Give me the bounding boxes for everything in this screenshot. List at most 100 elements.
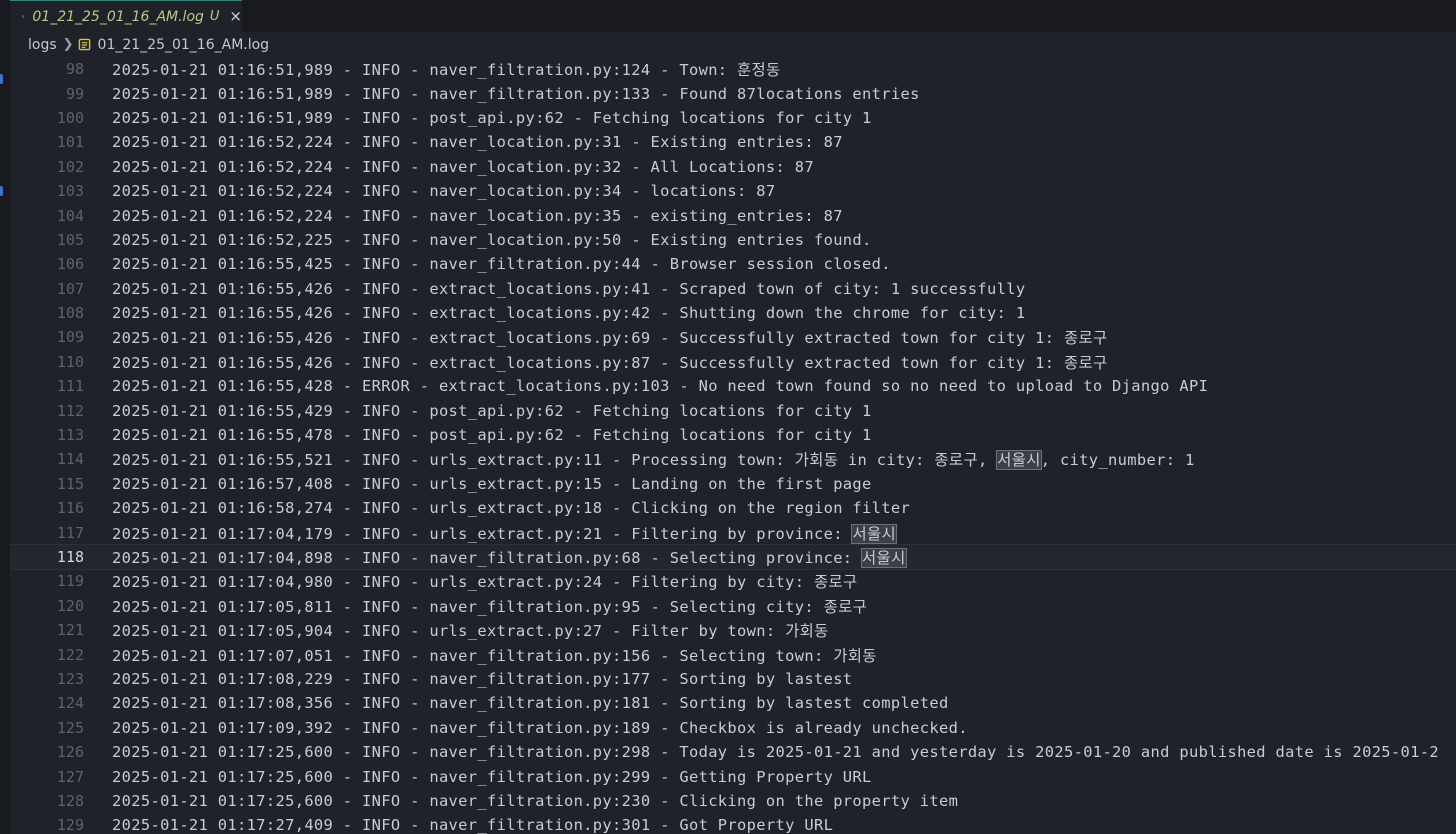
search-match-highlight: 서울시: [851, 523, 897, 544]
code-line[interactable]: 105 2025-01-21 01:16:52,225 - INFO - nave…: [10, 228, 1456, 252]
line-text: 2025-01-21 01:16:51,989 - INFO - naver_f…: [112, 84, 920, 103]
line-number: 100: [56, 108, 84, 127]
code-line[interactable]: 124 2025-01-21 01:17:08,356 - INFO - nave…: [10, 691, 1456, 715]
line-text: 2025-01-21 01:16:55,521 - INFO - urls_ex…: [112, 450, 1195, 471]
line-number: 126: [56, 743, 84, 762]
code-line[interactable]: 107 2025-01-21 01:16:55,426 - INFO - extr…: [10, 277, 1456, 301]
close-icon[interactable]: ×: [229, 9, 242, 24]
line-text: 2025-01-21 01:16:57,408 - INFO - urls_ex…: [112, 474, 872, 493]
line-number: 123: [56, 669, 84, 688]
line-number: 128: [56, 791, 84, 810]
line-number: 105: [56, 230, 84, 249]
activity-indicator: [0, 74, 3, 84]
line-number: 110: [56, 352, 84, 371]
line-text: 2025-01-21 01:16:55,425 - INFO - naver_f…: [112, 255, 891, 274]
search-match-highlight: 서울시: [996, 450, 1042, 471]
code-line[interactable]: 119 2025-01-21 01:17:04,980 - INFO - urls…: [10, 569, 1456, 593]
line-number: 106: [56, 255, 84, 274]
line-text: 2025-01-21 01:16:51,989 - INFO - post_ap…: [112, 108, 872, 127]
code-line[interactable]: 112 2025-01-21 01:16:55,429 - INFO - post…: [10, 398, 1456, 422]
line-text: 2025-01-21 01:17:07,051 - INFO - naver_f…: [112, 646, 877, 665]
code-line[interactable]: 123 2025-01-21 01:17:08,229 - INFO - nave…: [10, 667, 1456, 691]
line-number: 109: [56, 328, 84, 347]
code-line[interactable]: 118 2025-01-21 01:17:04,898 - INFO - nave…: [10, 543, 1456, 571]
line-text: 2025-01-21 01:16:55,478 - INFO - post_ap…: [112, 426, 872, 445]
line-number: 120: [56, 596, 84, 615]
line-text: 2025-01-21 01:16:55,426 - INFO - extract…: [112, 304, 1026, 323]
tab-title: 01_21_25_01_16_AM.log: [32, 8, 204, 25]
code-line[interactable]: 115 2025-01-21 01:16:57,408 - INFO - urls…: [10, 472, 1456, 496]
line-number: 119: [56, 572, 84, 591]
line-number: 112: [56, 401, 84, 420]
line-number: 117: [56, 523, 84, 542]
line-number: 121: [56, 621, 84, 640]
code-line[interactable]: 127 2025-01-21 01:17:25,600 - INFO - nave…: [10, 764, 1456, 788]
code-line[interactable]: 122 2025-01-21 01:17:07,051 - INFO - nave…: [10, 642, 1456, 666]
code-line[interactable]: 117 2025-01-21 01:17:04,179 - INFO - urls…: [10, 520, 1456, 544]
line-text: 2025-01-21 01:16:55,426 - INFO - extract…: [112, 279, 1026, 298]
chevron-right-icon: ❯: [62, 37, 74, 52]
code-line[interactable]: 113 2025-01-21 01:16:55,478 - INFO - post…: [10, 423, 1456, 447]
line-number: 103: [56, 182, 84, 201]
line-number: 107: [56, 279, 84, 298]
file-text-icon: [22, 15, 25, 18]
line-number: 127: [56, 767, 84, 786]
line-number: 101: [56, 133, 84, 152]
line-text: 2025-01-21 01:17:04,898 - INFO - naver_f…: [112, 548, 907, 568]
line-text: 2025-01-21 01:16:52,224 - INFO - naver_l…: [112, 182, 776, 201]
code-line[interactable]: 98 2025-01-21 01:16:51,989 - INFO - naver…: [10, 57, 1456, 81]
line-text: 2025-01-21 01:16:51,989 - INFO - naver_f…: [112, 61, 781, 80]
code-line[interactable]: 121 2025-01-21 01:17:05,904 - INFO - urls…: [10, 618, 1456, 642]
line-number: 125: [56, 718, 84, 737]
breadcrumb: logs ❯ 01_21_25_01_16_AM.log: [10, 32, 1456, 57]
line-text: 2025-01-21 01:17:27,409 - INFO - naver_f…: [112, 816, 834, 834]
line-text: 2025-01-21 01:16:52,224 - INFO - naver_l…: [112, 206, 843, 225]
breadcrumb-folder[interactable]: logs: [28, 37, 57, 53]
code-line[interactable]: 125 2025-01-21 01:17:09,392 - INFO - nave…: [10, 716, 1456, 740]
code-line[interactable]: 126 2025-01-21 01:17:25,600 - INFO - nave…: [10, 740, 1456, 764]
code-line[interactable]: 104 2025-01-21 01:16:52,224 - INFO - nave…: [10, 203, 1456, 227]
code-line[interactable]: 106 2025-01-21 01:16:55,425 - INFO - nave…: [10, 252, 1456, 276]
line-text: 2025-01-21 01:17:09,392 - INFO - naver_f…: [112, 718, 968, 737]
line-text: 2025-01-21 01:16:52,224 - INFO - naver_l…: [112, 157, 814, 176]
line-number: 99: [65, 84, 84, 103]
line-number: 114: [56, 450, 84, 469]
line-text: 2025-01-21 01:16:52,224 - INFO - naver_l…: [112, 133, 843, 152]
tab-bar: 01_21_25_01_16_AM.log U ×: [10, 0, 1456, 32]
tab-log-file[interactable]: 01_21_25_01_16_AM.log U ×: [10, 0, 242, 32]
editor-window: 01_21_25_01_16_AM.log U × logs ❯ 01_21_2…: [0, 0, 1456, 834]
file-text-icon: [78, 38, 90, 51]
code-editor[interactable]: 98 2025-01-21 01:16:51,989 - INFO - naver…: [10, 57, 1456, 834]
line-text: 2025-01-21 01:16:52,225 - INFO - naver_l…: [112, 230, 872, 249]
activity-bar-edge: [0, 0, 10, 834]
code-line[interactable]: 128 2025-01-21 01:17:25,600 - INFO - nave…: [10, 789, 1456, 813]
code-line[interactable]: 102 2025-01-21 01:16:52,224 - INFO - nave…: [10, 155, 1456, 179]
code-line[interactable]: 111 2025-01-21 01:16:55,428 - ERROR - ext…: [10, 374, 1456, 398]
line-number: 108: [56, 304, 84, 323]
search-match-highlight: 서울시: [861, 548, 907, 568]
line-text: 2025-01-21 01:16:55,426 - INFO - extract…: [112, 353, 1108, 372]
code-line[interactable]: 109 2025-01-21 01:16:55,426 - INFO - extr…: [10, 325, 1456, 349]
line-text: 2025-01-21 01:16:55,428 - ERROR - extrac…: [112, 377, 1209, 396]
breadcrumb-file[interactable]: 01_21_25_01_16_AM.log: [98, 37, 270, 53]
code-line[interactable]: 129 2025-01-21 01:17:27,409 - INFO - nave…: [10, 813, 1456, 834]
code-line[interactable]: 114 2025-01-21 01:16:55,521 - INFO - urls…: [10, 447, 1456, 471]
line-text: 2025-01-21 01:17:25,600 - INFO - naver_f…: [112, 791, 959, 810]
code-line[interactable]: 120 2025-01-21 01:17:05,811 - INFO - nave…: [10, 594, 1456, 618]
line-number: 116: [56, 499, 84, 518]
code-line[interactable]: 100 2025-01-21 01:16:51,989 - INFO - post…: [10, 106, 1456, 130]
code-line[interactable]: 116 2025-01-21 01:16:58,274 - INFO - urls…: [10, 496, 1456, 520]
line-number: 104: [56, 206, 84, 225]
untracked-badge: U: [209, 9, 220, 24]
line-number: 98: [65, 60, 84, 79]
line-text: 2025-01-21 01:16:55,426 - INFO - extract…: [112, 329, 1108, 348]
code-line[interactable]: 99 2025-01-21 01:16:51,989 - INFO - naver…: [10, 81, 1456, 105]
code-line[interactable]: 103 2025-01-21 01:16:52,224 - INFO - nave…: [10, 179, 1456, 203]
code-line[interactable]: 110 2025-01-21 01:16:55,426 - INFO - extr…: [10, 350, 1456, 374]
line-text: 2025-01-21 01:17:05,811 - INFO - naver_f…: [112, 597, 868, 616]
code-line[interactable]: 101 2025-01-21 01:16:52,224 - INFO - nave…: [10, 130, 1456, 154]
activity-indicator: [0, 186, 3, 196]
code-line[interactable]: 108 2025-01-21 01:16:55,426 - INFO - extr…: [10, 301, 1456, 325]
line-text: 2025-01-21 01:17:25,600 - INFO - naver_f…: [112, 743, 1439, 762]
line-number: 115: [56, 474, 84, 493]
